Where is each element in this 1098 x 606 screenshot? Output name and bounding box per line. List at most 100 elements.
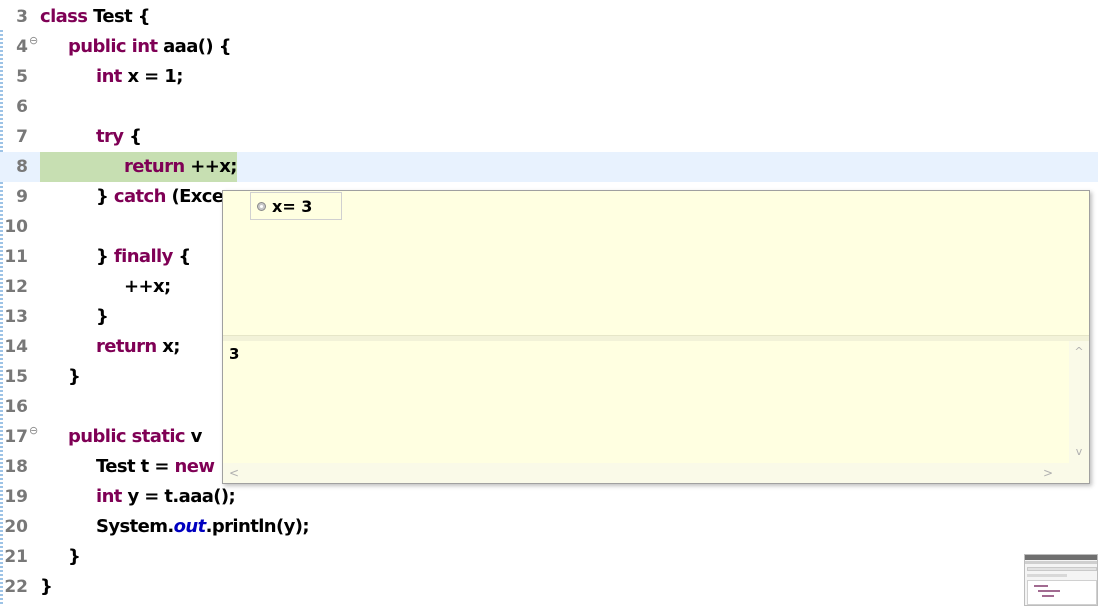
code-token: (Exce [165,186,224,207]
keyword-token: catch [113,186,167,207]
line-number: 15 [4,367,28,387]
line-number: 16 [4,397,28,417]
code-token: } [68,546,81,567]
line-number: 21 [4,547,28,567]
code-token: Test t = [96,456,175,477]
code-text: return ++x; [124,152,237,182]
line-number: 3 [16,7,28,27]
code-text: return x; [96,332,180,362]
code-text: } catch (Exce [96,182,224,212]
code-text: } finally { [96,242,191,272]
code-token: } [96,186,114,207]
local-variable-icon [257,201,266,211]
line-number: 13 [4,307,28,327]
code-line-7[interactable]: 7 try { [0,122,1098,152]
keyword-token: finally [113,246,173,267]
keyword-token: new [174,456,215,477]
scrollbar-corner [1069,463,1089,483]
code-line-20[interactable]: 20 System.out.println(y); [0,512,1098,542]
code-text: public static v [68,422,202,452]
line-number: 8 [16,157,28,177]
scroll-right-icon[interactable]: > [1043,467,1053,479]
code-line-5[interactable]: 5 int x = 1; [0,62,1098,92]
code-text: Test t = new [96,452,215,482]
line-number: 11 [4,247,28,267]
keyword-token: int [131,36,158,57]
thumbnail-code-line [1038,590,1060,592]
code-line-8[interactable]: 8 return ++x; [0,152,1098,182]
code-text: } [96,302,109,332]
code-token: } [40,576,53,597]
code-text: int y = t.aaa(); [96,482,236,512]
code-line-22[interactable]: 22} [0,572,1098,602]
code-token: System. [96,516,174,537]
thumbnail-toolbar [1027,567,1097,571]
variable-inspector-popup[interactable]: x= 3 3 ^ v < > [222,190,1090,484]
line-number: 19 [4,487,28,507]
code-token: } [96,306,109,327]
keyword-token: public [68,36,127,57]
scroll-up-icon[interactable]: ^ [1074,346,1084,357]
keyword-token: int [96,66,122,87]
line-number: 9 [16,187,28,207]
code-line-6[interactable]: 6 [0,92,1098,122]
code-token: y = t.aaa(); [121,486,236,507]
line-number: 5 [16,67,28,87]
keyword-token: return [124,156,185,177]
code-text: } [68,362,81,392]
code-token: ++x; [124,276,171,297]
scroll-down-icon[interactable]: v [1074,446,1084,457]
code-token: .println(y); [205,516,310,537]
line-number: 6 [16,97,28,117]
detail-value: 3 [229,345,240,363]
vertical-scrollbar[interactable]: ^ v [1069,341,1089,463]
variable-label: x= 3 [272,196,313,216]
thumbnail-editor-pane [1027,580,1097,605]
code-token: ++x; [184,156,237,177]
thumbnail-code-line [1034,585,1048,587]
code-token: x = 1; [121,66,183,87]
line-number: 7 [16,127,28,147]
thumbnail-menu-bar [1025,561,1097,564]
static-field-token: out [173,516,207,537]
code-token: } [96,246,114,267]
thumbnail-tab [1027,574,1067,577]
detail-pane[interactable]: 3 [223,341,1069,463]
code-text: ++x; [124,272,171,302]
fold-toggle-icon[interactable]: ⊖ [29,34,38,47]
thumbnail-title-bar [1025,555,1097,560]
line-number: 17 [4,427,28,447]
code-text: } [68,542,81,572]
variable-tree-item[interactable]: x= 3 [250,192,342,220]
screenshot-thumbnail [1024,554,1098,606]
code-token: Test { [87,6,151,27]
keyword-token: return [96,336,157,357]
line-number: 12 [4,277,28,297]
line-number: 18 [4,457,28,477]
scroll-left-icon[interactable]: < [229,467,239,479]
code-text: System.out.println(y); [96,512,310,542]
code-text: try { [96,122,142,152]
code-text: int x = 1; [96,62,183,92]
fold-toggle-icon[interactable]: ⊖ [29,424,38,437]
keyword-token: int [96,486,122,507]
keyword-token: try [96,126,124,147]
code-line-19[interactable]: 19 int y = t.aaa(); [0,482,1098,512]
code-token: x; [156,336,180,357]
horizontal-scrollbar[interactable]: < > [223,463,1069,483]
line-number: 20 [4,517,28,537]
code-token: v [184,426,203,447]
code-text: public int aaa() { [68,32,232,62]
code-token: aaa() { [157,36,231,57]
line-number: 22 [4,577,28,597]
code-token: { [172,246,191,267]
code-token: } [68,366,81,387]
code-line-21[interactable]: 21} [0,542,1098,572]
keyword-token: public [68,426,127,447]
line-number: 4 [16,37,28,57]
thumbnail-code-line [1042,595,1054,597]
code-text: class Test { [40,2,151,32]
keyword-token: static [131,426,186,447]
code-line-4[interactable]: 4 ⊖ public int aaa() { [0,32,1098,62]
code-line-3[interactable]: 3 class Test { [0,2,1098,32]
